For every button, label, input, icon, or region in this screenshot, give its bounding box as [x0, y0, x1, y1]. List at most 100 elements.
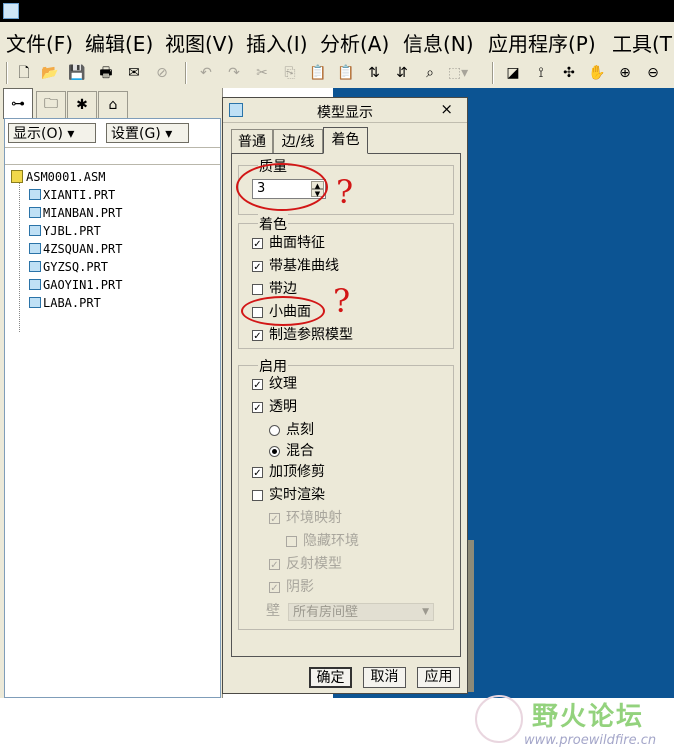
ok-button[interactable]: 确定: [309, 667, 352, 688]
radio-dither[interactable]: [269, 425, 280, 436]
tree-part-item[interactable]: LABA.PRT: [29, 295, 101, 311]
regen-manager-icon[interactable]: ⇵: [392, 63, 412, 83]
annotation-question-mark: ?: [336, 173, 354, 211]
tree-part-item[interactable]: GAOYIN1.PRT: [29, 277, 122, 293]
dialog-title-bar[interactable]: 模型显示 ×: [223, 98, 467, 123]
label-env-map: 环境映射: [286, 510, 342, 526]
open-icon[interactable]: 📂: [40, 63, 60, 83]
menu-insert[interactable]: 插入(I): [246, 28, 308, 57]
menu-analysis[interactable]: 分析(A): [320, 28, 389, 57]
menu-bar: 文件(F) 编辑(E) 视图(V) 插入(I) 分析(A) 信息(N) 应用程序…: [0, 22, 674, 59]
checkbox-mfg-ref-model[interactable]: ✓: [252, 330, 263, 342]
checkbox-env-map[interactable]: ✓: [269, 513, 280, 525]
tab-edges-lines[interactable]: 边/线: [273, 129, 323, 153]
tab-model-tree[interactable]: ⊶: [3, 88, 33, 119]
paste-icon[interactable]: 📋: [308, 63, 328, 83]
annotation-ellipse-quality: [236, 163, 328, 211]
label-wall: 壁: [266, 603, 280, 619]
menu-info[interactable]: 信息(N): [403, 28, 474, 57]
tree-connector: [19, 177, 20, 332]
part-icon: [29, 243, 41, 254]
label-shadow: 阴影: [286, 579, 314, 595]
tree-header-row: [5, 147, 220, 165]
settings-dropdown-button[interactable]: 设置(G) ▾: [106, 123, 189, 143]
tab-shade[interactable]: 着色: [323, 127, 368, 154]
watermark-logo: [475, 695, 523, 743]
zoom-in-icon[interactable]: ⊕: [615, 63, 635, 83]
spin-center-icon[interactable]: ✣: [559, 63, 579, 83]
checkbox-surface-features[interactable]: ✓: [252, 238, 263, 250]
enable-group-title: 启用: [258, 356, 288, 376]
part-icon: [29, 261, 41, 272]
tree-part-item[interactable]: MIANBAN.PRT: [29, 205, 122, 221]
redo-icon[interactable]: ↷: [224, 63, 244, 83]
tree-part-item[interactable]: 4ZSQUAN.PRT: [29, 241, 122, 257]
tree-part-item[interactable]: GYZSQ.PRT: [29, 259, 108, 275]
print-icon[interactable]: 🖶: [96, 63, 116, 83]
tab-connections[interactable]: ⌂: [98, 91, 128, 118]
menu-view[interactable]: 视图(V): [165, 28, 234, 57]
tree-part-item[interactable]: XIANTI.PRT: [29, 187, 115, 203]
toolbar-separator: [185, 62, 187, 84]
watermark-url: www.proewildfire.cn: [524, 733, 657, 748]
regenerate-icon[interactable]: ⇅: [364, 63, 384, 83]
checkbox-capping[interactable]: ✓: [252, 467, 263, 479]
checkbox-reflect-model[interactable]: ✓: [269, 559, 280, 571]
main-toolbar: 🗋 📂 💾 🖶 ✉ ⊘ ↶ ↷ ✂ ⎘ 📋 📋 ⇅ ⇵ ⌕ ⬚▾ ◪ ⟟ ✣ ✋…: [0, 58, 674, 88]
label-texture: 纹理: [269, 376, 297, 392]
wall-select[interactable]: 所有房间壁 ▼: [288, 603, 434, 621]
label-transparency: 透明: [269, 399, 297, 415]
checkbox-shadow[interactable]: ✓: [269, 582, 280, 594]
view-icon[interactable]: ◪: [503, 63, 523, 83]
cut-icon[interactable]: ✂: [252, 63, 272, 83]
paste-special-icon[interactable]: 📋: [336, 63, 356, 83]
assembly-icon: [11, 170, 23, 183]
tab-general[interactable]: 普通: [231, 129, 273, 153]
label-datum-curves: 带基准曲线: [269, 258, 339, 274]
checkbox-transparency[interactable]: ✓: [252, 402, 263, 414]
save-icon[interactable]: 💾: [67, 63, 87, 83]
tree-part-item[interactable]: YJBL.PRT: [29, 223, 101, 239]
tree-root-item[interactable]: ASM0001.ASM: [11, 169, 105, 185]
select-box-icon[interactable]: ⬚▾: [448, 63, 468, 83]
model-tree-icon: ⊶: [11, 96, 25, 112]
copy-icon[interactable]: ⎘: [280, 63, 300, 83]
watermark: 野火论坛 www.proewildfire.cn: [470, 690, 674, 755]
menu-tools[interactable]: 工具(T: [612, 28, 672, 57]
part-icon: [29, 225, 41, 236]
label-blend: 混合: [286, 443, 314, 459]
label-realtime-render: 实时渲染: [269, 487, 325, 503]
menu-file[interactable]: 文件(F): [6, 28, 73, 57]
menu-applications[interactable]: 应用程序(P): [488, 28, 596, 57]
checkbox-hide-env[interactable]: [286, 536, 297, 547]
app-icon: [3, 3, 19, 19]
send-icon[interactable]: ✉: [124, 63, 144, 83]
cancel-button[interactable]: 取消: [363, 667, 406, 688]
checkbox-datum-curves[interactable]: ✓: [252, 261, 263, 273]
tab-folder-browser[interactable]: 🗀: [36, 91, 66, 118]
annotation-question-mark: ?: [333, 282, 351, 320]
label-capping: 加顶修剪: [269, 464, 325, 480]
erase-icon[interactable]: ⊘: [152, 63, 172, 83]
display-dropdown-button[interactable]: 显示(O) ▾: [8, 123, 96, 143]
shading-group-title: 着色: [258, 214, 288, 234]
chevron-down-icon: ▼: [422, 607, 429, 617]
apply-button[interactable]: 应用: [417, 667, 460, 688]
find-icon[interactable]: ⌕: [420, 63, 440, 83]
radio-blend[interactable]: [269, 446, 280, 457]
model-tree: 显示(O) ▾ 设置(G) ▾ ASM0001.ASM XIANTI.PRT M…: [4, 118, 221, 698]
new-icon[interactable]: 🗋: [14, 63, 34, 83]
tab-favorites[interactable]: ✱: [67, 91, 97, 118]
close-icon[interactable]: ×: [440, 100, 453, 118]
toolbar-separator: [6, 62, 8, 84]
undo-icon[interactable]: ↶: [196, 63, 216, 83]
checkbox-with-edges[interactable]: [252, 284, 263, 295]
checkbox-texture[interactable]: ✓: [252, 379, 263, 391]
pan-icon[interactable]: ✋: [587, 63, 607, 83]
zoom-out-icon[interactable]: ⊖: [643, 63, 663, 83]
checkbox-realtime-render[interactable]: [252, 490, 263, 501]
menu-edit[interactable]: 编辑(E): [85, 28, 153, 57]
app-title-bar: [0, 0, 674, 22]
datum-icon[interactable]: ⟟: [531, 63, 551, 83]
folder-icon: 🗀: [44, 96, 58, 112]
